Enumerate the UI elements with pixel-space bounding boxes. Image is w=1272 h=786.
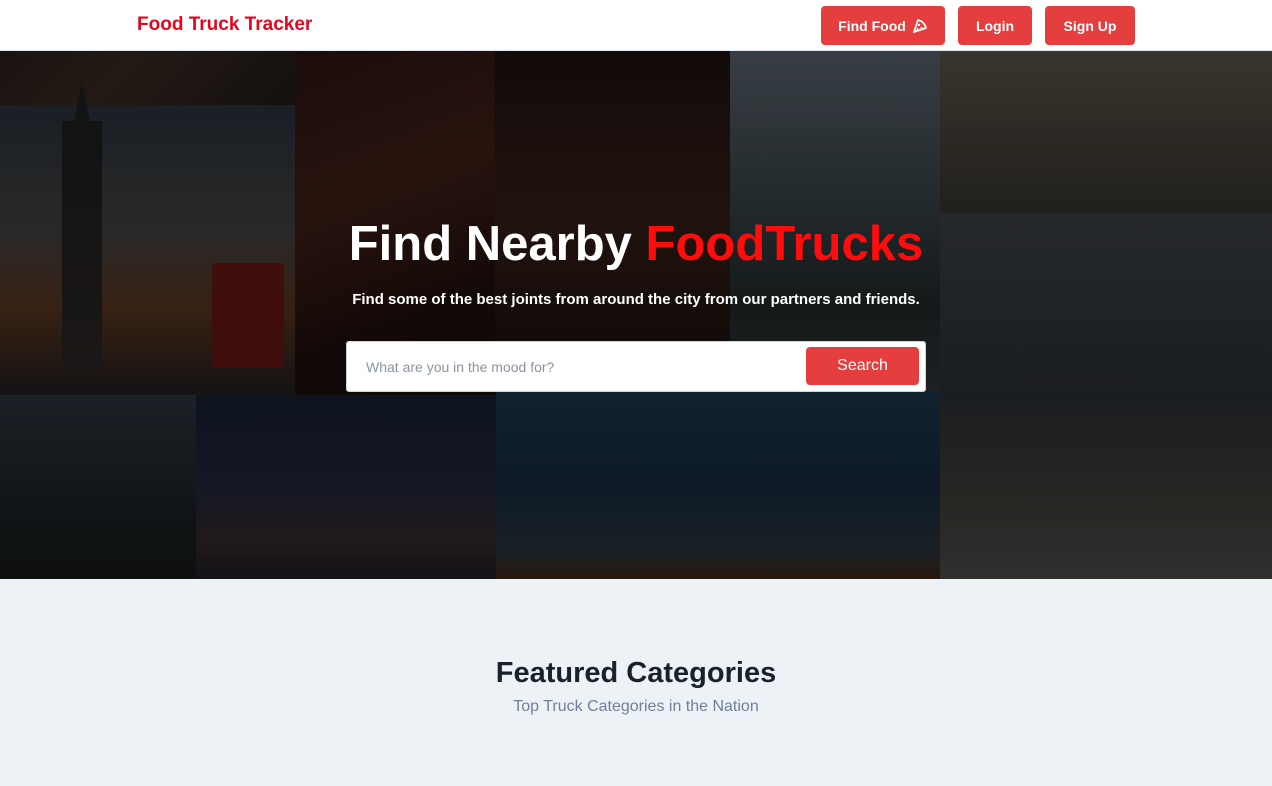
search-button[interactable]: Search (806, 347, 919, 385)
brand-logo-link[interactable]: Food Truck Tracker (137, 14, 312, 36)
navbar: Food Truck Tracker Find Food Login Sign … (0, 0, 1272, 51)
featured-categories-section: Featured Categories Top Truck Categories… (0, 579, 1272, 786)
find-food-label: Find Food (838, 17, 906, 34)
hero-dark-overlay (0, 51, 1272, 579)
login-button[interactable]: Login (958, 6, 1032, 45)
search-input[interactable] (348, 343, 798, 390)
featured-subtitle: Top Truck Categories in the Nation (513, 698, 759, 715)
hero-section: Find Nearby FoodTrucks Find some of the … (0, 51, 1272, 579)
featured-title: Featured Categories (495, 657, 777, 689)
hero-title: Find Nearby FoodTrucks (0, 216, 1272, 272)
signup-button[interactable]: Sign Up (1045, 6, 1135, 45)
pizza-slice-icon (912, 18, 927, 33)
hero-subtitle: Find some of the best joints from around… (352, 291, 920, 308)
find-food-button[interactable]: Find Food (821, 6, 945, 45)
search-form: Search (346, 341, 926, 392)
hero-title-accent: FoodTrucks (645, 217, 924, 271)
hero-title-prefix: Find Nearby (348, 217, 646, 271)
